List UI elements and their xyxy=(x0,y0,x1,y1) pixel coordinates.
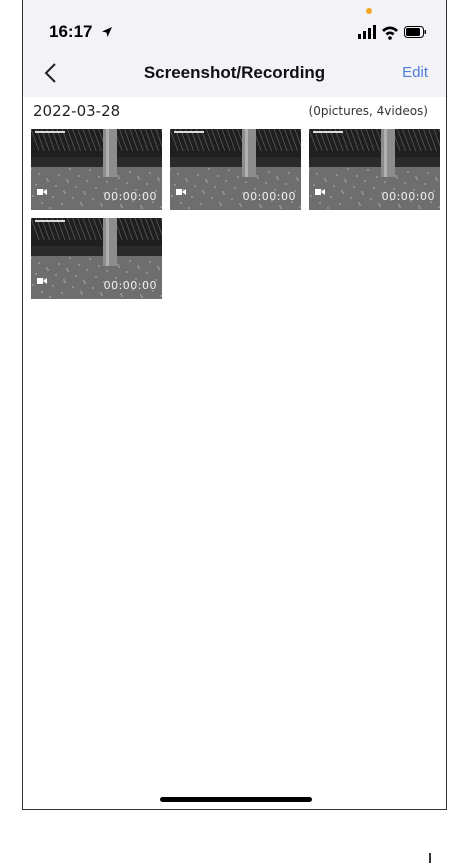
video-duration: 00:00:00 xyxy=(103,279,157,292)
phone-screen: 16:17 Screenshot/Recording Edit 2022-03-… xyxy=(22,0,447,810)
video-duration: 00:00:00 xyxy=(381,190,435,203)
video-camera-icon xyxy=(37,271,47,289)
camera-in-use-indicator xyxy=(366,8,372,14)
group-count: (0pictures, 4videos) xyxy=(308,104,428,118)
status-icons xyxy=(358,24,428,42)
page-title: Screenshot/Recording xyxy=(143,63,326,82)
video-duration: 00:00:00 xyxy=(103,190,157,203)
battery-icon xyxy=(404,26,426,38)
edit-button[interactable]: Edit xyxy=(402,64,428,81)
cellular-signal-icon xyxy=(358,25,376,39)
time-text: 16:17 xyxy=(49,22,93,41)
video-camera-icon xyxy=(37,182,47,200)
video-duration: 00:00:00 xyxy=(242,190,296,203)
date-group-header: 2022-03-28 (0pictures, 4videos) xyxy=(33,100,428,124)
home-indicator xyxy=(160,797,312,802)
video-camera-icon xyxy=(315,182,325,200)
status-time: 16:17 xyxy=(49,22,113,43)
video-thumbnail[interactable]: 00:00:00 xyxy=(170,129,301,210)
video-thumbnail[interactable]: 00:00:00 xyxy=(309,129,440,210)
group-date: 2022-03-28 xyxy=(33,102,121,120)
location-arrow-icon xyxy=(101,23,113,43)
wifi-icon xyxy=(382,26,398,40)
edge-mark xyxy=(429,853,431,863)
video-thumbnail[interactable]: 00:00:00 xyxy=(31,218,162,299)
video-camera-icon xyxy=(176,182,186,200)
video-thumbnail[interactable]: 00:00:00 xyxy=(31,129,162,210)
